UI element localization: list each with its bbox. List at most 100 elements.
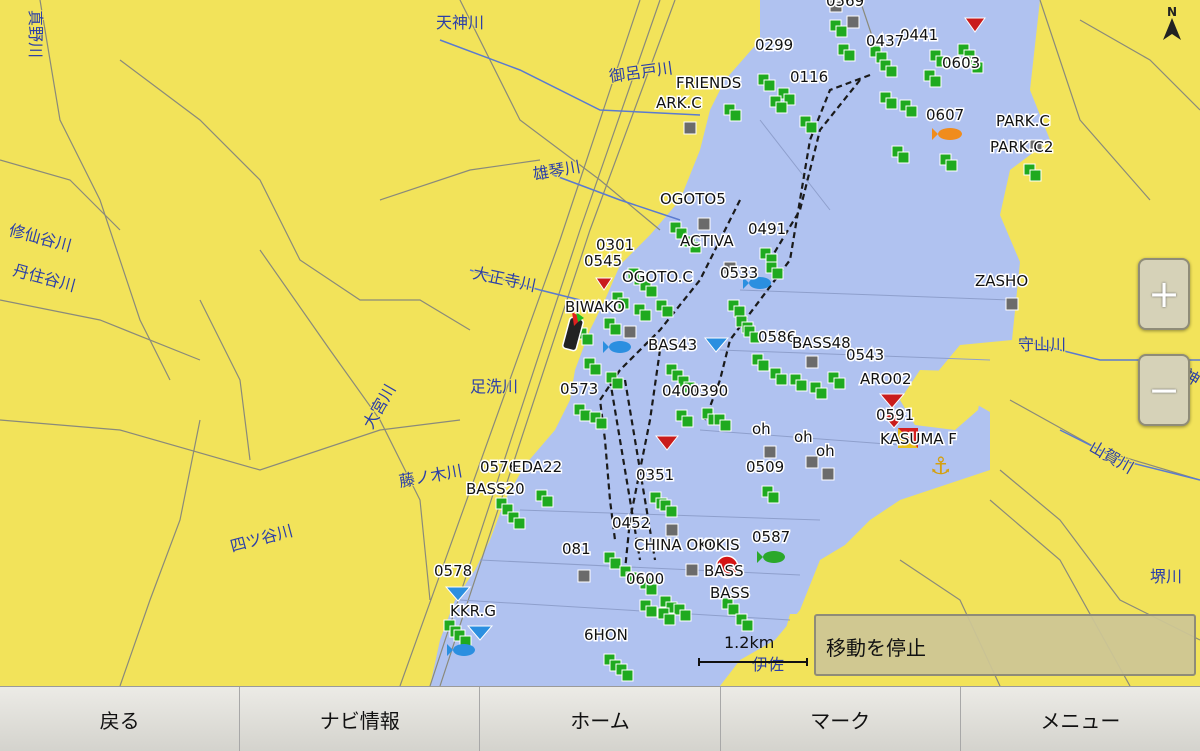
home-button[interactable]: ホーム <box>480 687 721 751</box>
mark-button[interactable]: マーク <box>721 687 961 751</box>
svg-text:守山川: 守山川 <box>1018 335 1066 354</box>
grey-waypoint-marker[interactable] <box>821 467 835 481</box>
waypoint-marker[interactable] <box>541 495 554 508</box>
waypoint-marker[interactable] <box>719 419 732 432</box>
waypoint-marker[interactable] <box>727 603 740 616</box>
grey-waypoint-marker[interactable] <box>1005 297 1019 311</box>
svg-text:0591: 0591 <box>876 406 914 424</box>
waypoint-marker[interactable] <box>645 605 658 618</box>
waypoint-marker[interactable] <box>741 619 754 632</box>
waypoint-marker[interactable] <box>775 373 788 386</box>
grey-waypoint-marker[interactable] <box>697 217 711 231</box>
svg-text:KASUMA F: KASUMA F <box>880 430 957 448</box>
waypoint-marker[interactable] <box>639 309 652 322</box>
svg-text:足洗川: 足洗川 <box>470 377 518 396</box>
waypoint-marker[interactable] <box>815 387 828 400</box>
waypoint-marker[interactable] <box>833 377 846 390</box>
waypoint-marker[interactable] <box>885 97 898 110</box>
svg-text:堺川: 堺川 <box>1150 567 1182 586</box>
navi-info-button[interactable]: ナビ情報 <box>240 687 481 751</box>
waypoint-marker[interactable] <box>929 75 942 88</box>
grey-waypoint-marker[interactable] <box>763 445 777 459</box>
svg-text:0586: 0586 <box>758 328 796 346</box>
svg-text:0573: 0573 <box>560 380 598 398</box>
waypoint-marker[interactable] <box>897 151 910 164</box>
waypoint-marker[interactable] <box>905 105 918 118</box>
waypoint-marker[interactable] <box>843 49 856 62</box>
scale-bar-icon <box>698 658 808 666</box>
waypoint-marker[interactable] <box>513 517 526 530</box>
svg-text:0452: 0452 <box>612 514 650 532</box>
waypoint-marker[interactable] <box>609 557 622 570</box>
svg-text:PARK.C2: PARK.C2 <box>990 138 1053 156</box>
svg-text:BASS: BASS <box>710 584 750 602</box>
svg-text:BAS43: BAS43 <box>648 336 697 354</box>
waypoint-marker[interactable] <box>767 491 780 504</box>
svg-text:oh: oh <box>752 420 771 438</box>
svg-text:BASS48: BASS48 <box>792 334 851 352</box>
waypoint-marker[interactable] <box>679 609 692 622</box>
waypoint-marker[interactable] <box>609 323 622 336</box>
svg-text:0299: 0299 <box>755 36 793 54</box>
waypoint-marker[interactable] <box>681 415 694 428</box>
waypoint-marker[interactable] <box>1029 169 1042 182</box>
svg-text:N: N <box>1167 5 1177 19</box>
waypoint-marker[interactable] <box>595 417 608 430</box>
svg-text:0600: 0600 <box>626 570 664 588</box>
grey-waypoint-marker[interactable] <box>846 15 860 29</box>
svg-text:OGOTO.C: OGOTO.C <box>622 268 693 286</box>
stop-moving-button[interactable]: 移動を停止 <box>814 614 1196 676</box>
waypoint-marker[interactable] <box>661 305 674 318</box>
waypoint-marker[interactable] <box>763 79 776 92</box>
menu-button[interactable]: メニュー <box>961 687 1200 751</box>
waypoint-marker[interactable] <box>945 159 958 172</box>
svg-text:BASS: BASS <box>704 562 744 580</box>
compass-north-icon: N <box>1163 5 1181 40</box>
waypoint-marker[interactable] <box>835 25 848 38</box>
grey-waypoint-marker[interactable] <box>685 563 699 577</box>
grey-waypoint-marker[interactable] <box>623 325 637 339</box>
waypoint-marker[interactable] <box>733 305 746 318</box>
svg-text:BASS20: BASS20 <box>466 480 525 498</box>
waypoint-marker[interactable] <box>757 359 770 372</box>
svg-text:BIWAKO: BIWAKO <box>565 298 625 316</box>
svg-text:CHINA OKI: CHINA OKI <box>634 536 713 554</box>
svg-text:FRIENDS: FRIENDS <box>676 74 741 92</box>
svg-text:0441: 0441 <box>900 26 938 44</box>
waypoint-marker[interactable] <box>665 505 678 518</box>
svg-text:EDA22: EDA22 <box>512 458 562 476</box>
scale-label: 1.2km <box>724 633 775 652</box>
svg-text:0116: 0116 <box>790 68 828 86</box>
waypoint-marker[interactable] <box>645 285 658 298</box>
zoom-in-button[interactable]: + <box>1138 258 1190 330</box>
svg-text:ARO02: ARO02 <box>860 370 912 388</box>
waypoint-marker[interactable] <box>589 363 602 376</box>
back-button[interactable]: 戻る <box>0 687 241 751</box>
waypoint-marker[interactable] <box>611 377 624 390</box>
waypoint-marker[interactable] <box>621 669 634 682</box>
grey-waypoint-marker[interactable] <box>665 523 679 537</box>
waypoint-marker[interactable] <box>581 333 594 346</box>
svg-text:0390: 0390 <box>690 382 728 400</box>
svg-text:0509: 0509 <box>746 458 784 476</box>
waypoint-marker[interactable] <box>885 65 898 78</box>
waypoint-marker[interactable] <box>579 409 592 422</box>
waypoint-marker[interactable] <box>771 267 784 280</box>
svg-text:OGOTO5: OGOTO5 <box>660 190 726 208</box>
svg-text:0545: 0545 <box>584 252 622 270</box>
waypoint-marker[interactable] <box>663 613 676 626</box>
waypoint-marker[interactable] <box>729 109 742 122</box>
svg-text:0603: 0603 <box>942 54 980 72</box>
waypoint-marker[interactable] <box>805 121 818 134</box>
svg-text:0351: 0351 <box>636 466 674 484</box>
grey-waypoint-marker[interactable] <box>577 569 591 583</box>
map-canvas[interactable]: 天神川 御呂戸川 雄琴川 修仙谷川 丹住谷川 大正寺川 足洗川 大宮川 藤ノ木川… <box>0 0 1200 686</box>
waypoint-marker[interactable] <box>775 101 788 114</box>
anchor-icon: ⚓ <box>930 452 952 480</box>
waypoint-marker[interactable] <box>795 379 808 392</box>
grey-waypoint-marker[interactable] <box>805 355 819 369</box>
grey-waypoint-marker[interactable] <box>683 121 697 135</box>
svg-text:OKIS: OKIS <box>704 536 740 554</box>
svg-text:6HON: 6HON <box>584 626 628 644</box>
zoom-out-button[interactable]: − <box>1138 354 1190 426</box>
